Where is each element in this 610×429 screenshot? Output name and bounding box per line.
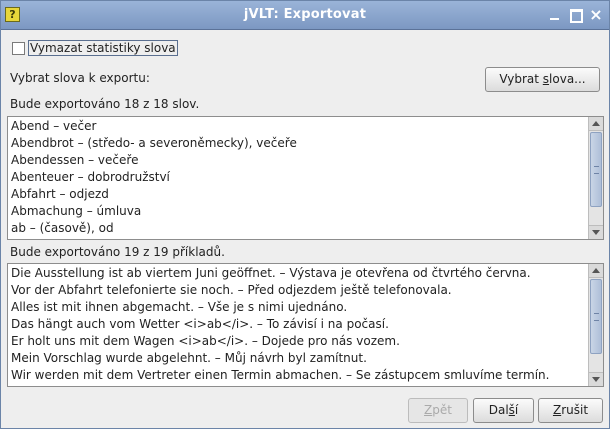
clear-stats-checkbox[interactable] bbox=[12, 41, 25, 55]
words-list[interactable]: Abend – večer Abendbrot – (středo- a seve… bbox=[7, 116, 604, 240]
examples-list[interactable]: Die Ausstellung ist ab viertem Juni geöf… bbox=[7, 263, 604, 387]
list-item[interactable]: Das hängt auch vom Wetter <i>ab</i>. – T… bbox=[8, 316, 587, 333]
words-scrollbar[interactable] bbox=[588, 117, 603, 239]
list-item[interactable]: ab – (časově), od bbox=[8, 220, 587, 237]
clear-stats-option[interactable]: Vymazat statistiky slova bbox=[12, 40, 178, 56]
cancel-button-text: rušit bbox=[561, 403, 589, 417]
select-words-button-text-2: lova... bbox=[549, 72, 586, 86]
list-item[interactable]: Mein Vorschlag wurde abgelehnt. – Můj ná… bbox=[8, 350, 587, 367]
select-words-label: Vybrat slova k exportu: bbox=[10, 71, 150, 85]
list-item[interactable]: Abend – večer bbox=[8, 118, 587, 135]
scroll-thumb[interactable] bbox=[590, 279, 602, 354]
list-item[interactable]: Die Ausstellung ist ab viertem Juni geöf… bbox=[8, 265, 587, 282]
select-words-button[interactable]: Vybrat slova... bbox=[485, 67, 600, 92]
list-item[interactable]: Er holt uns mit dem Wagen <i>ab</i>. – D… bbox=[8, 333, 587, 350]
scroll-down-icon[interactable] bbox=[589, 225, 603, 239]
cancel-button-mnemonic: Z bbox=[552, 403, 562, 417]
window-title: jVLT: Exportovat bbox=[243, 7, 367, 22]
next-button-text-1: Dal bbox=[488, 403, 509, 417]
clear-stats-label[interactable]: Vymazat statistiky slova bbox=[28, 40, 178, 56]
list-item[interactable]: Abendbrot – (středo- a severoněmecky), v… bbox=[8, 135, 587, 152]
list-item[interactable]: Abmachung – úmluva bbox=[8, 203, 587, 220]
close-icon[interactable]: × bbox=[589, 7, 603, 23]
list-item[interactable]: Abenteuer – dobrodružství bbox=[8, 169, 587, 186]
list-item[interactable]: Abfahrt – odjezd bbox=[8, 186, 587, 203]
examples-summary: Bude exportováno 19 z 19 příkladů. bbox=[10, 245, 225, 259]
list-item[interactable]: Abendessen – večeře bbox=[8, 152, 587, 169]
examples-list-content: Die Ausstellung ist ab viertem Juni geöf… bbox=[8, 264, 587, 386]
back-button-text: pět bbox=[432, 403, 452, 417]
next-button-text-2: í bbox=[514, 403, 519, 417]
export-dialog: ? jVLT: Exportovat × Vymazat statistiky … bbox=[0, 0, 610, 429]
next-button[interactable]: Další bbox=[473, 398, 534, 423]
scroll-up-icon[interactable] bbox=[589, 117, 603, 131]
minimize-icon[interactable] bbox=[548, 8, 562, 22]
list-item[interactable]: Wir werden mit dem Vertreter einen Termi… bbox=[8, 367, 587, 384]
scroll-up-icon[interactable] bbox=[589, 264, 603, 278]
words-summary: Bude exportováno 18 z 18 slov. bbox=[10, 97, 200, 111]
list-item[interactable]: Alles ist mit ihnen abgemacht. – Vše je … bbox=[8, 299, 587, 316]
examples-scrollbar[interactable] bbox=[588, 264, 603, 386]
back-button-mnemonic: Z bbox=[424, 403, 433, 417]
scroll-down-icon[interactable] bbox=[589, 372, 603, 386]
title-bar[interactable]: ? jVLT: Exportovat × bbox=[1, 1, 609, 30]
cancel-button[interactable]: Zrušit bbox=[538, 398, 603, 423]
list-item[interactable]: Vor der Abfahrt telefonierte sie noch. –… bbox=[8, 282, 587, 299]
back-button[interactable]: Zpět bbox=[408, 398, 468, 423]
words-list-content: Abend – večer Abendbrot – (středo- a seve… bbox=[8, 117, 587, 239]
scroll-thumb[interactable] bbox=[590, 132, 602, 207]
select-words-button-text-1: Vybrat bbox=[499, 72, 543, 86]
maximize-icon[interactable] bbox=[569, 8, 583, 23]
